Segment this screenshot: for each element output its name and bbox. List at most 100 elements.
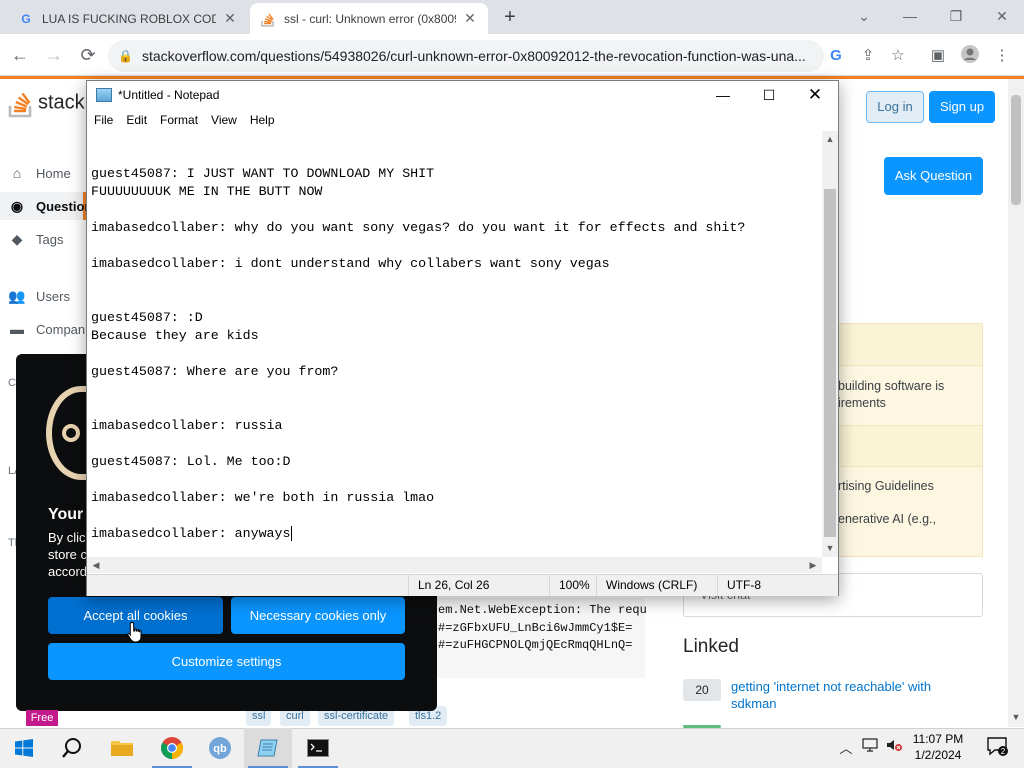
login-button[interactable]: Log in <box>866 91 924 123</box>
folder-icon <box>111 741 133 756</box>
qbittorrent-icon: qb <box>209 737 231 759</box>
svg-text:qb: qb <box>213 743 227 755</box>
linked-question-link[interactable]: sdkman <box>731 695 777 712</box>
notepad-text-line: guest45087: :D <box>91 310 203 325</box>
notepad-text-line: imabasedcollaber: why do you want sony v… <box>91 220 746 235</box>
notepad-text-line: guest45087: I JUST WANT TO DOWNLOAD MY S… <box>91 166 435 181</box>
show-hidden-icons-icon[interactable]: ︿ <box>836 738 856 757</box>
notepad-close-button[interactable]: ✕ <box>792 81 838 109</box>
notepad-menubar: File Edit Format View Help <box>87 109 838 131</box>
ask-question-button[interactable]: Ask Question <box>884 157 983 195</box>
page-scroll-thumb[interactable] <box>1011 95 1021 205</box>
status-line-endings: Windows (CRLF) <box>596 575 717 596</box>
widget-link-text[interactable]: rtising Guidelines <box>838 478 934 495</box>
search-button[interactable] <box>48 728 96 768</box>
file-explorer-button[interactable] <box>98 728 146 768</box>
chrome-icon <box>161 737 183 759</box>
code-line: #=zGFbxUFU_LnBci6wJmmCy1$E= <box>438 621 633 635</box>
status-position: Ln 26, Col 26 <box>408 575 549 596</box>
linked-heading: Linked <box>683 636 739 657</box>
widget-link-text[interactable]: enerative AI (e.g., <box>838 511 936 528</box>
notepad-minimize-button[interactable]: — <box>700 81 746 109</box>
chrome-button[interactable] <box>148 728 196 768</box>
notepad-text-line: imabasedcollaber: anyways <box>91 525 292 541</box>
scroll-down-arrow-icon[interactable]: ▼ <box>822 543 838 553</box>
network-icon[interactable] <box>860 738 880 755</box>
linked-question-link[interactable]: getting 'internet not reachable' with <box>731 678 931 695</box>
menu-help[interactable]: Help <box>250 113 275 127</box>
notification-center-button[interactable]: 2 <box>985 736 1009 760</box>
clock-time: 11:07 PM <box>912 732 964 746</box>
notepad-text-line <box>91 273 745 291</box>
customize-settings-button[interactable]: Customize settings <box>48 643 405 680</box>
lock-icon: 🔒 <box>118 49 133 63</box>
notepad-vertical-scrollbar[interactable]: ▲ ▼ <box>822 131 838 557</box>
tag-icon: ◆ <box>11 231 23 247</box>
widget-link-text[interactable]: irements <box>838 395 886 412</box>
tab-close-icon[interactable]: ✕ <box>462 10 478 27</box>
scroll-up-arrow-icon[interactable]: ▲ <box>822 134 838 144</box>
scroll-right-arrow-icon[interactable]: ▶ <box>805 557 821 573</box>
menu-edit[interactable]: Edit <box>126 113 147 127</box>
notepad-text-line: FUUUUUUUUK ME IN THE BUTT NOW <box>91 184 323 199</box>
terminal-button[interactable] <box>294 728 342 768</box>
tab-close-icon[interactable]: ✕ <box>222 10 238 27</box>
status-encoding: UTF-8 <box>717 575 838 596</box>
menu-view[interactable]: View <box>211 113 237 127</box>
scroll-left-arrow-icon[interactable]: ◀ <box>88 557 104 573</box>
tab-title: ssl - curl: Unknown error (0x8009 <box>284 11 456 26</box>
so-logo-icon <box>8 88 34 118</box>
notepad-text-line <box>91 381 745 399</box>
tab-stackoverflow[interactable]: ssl - curl: Unknown error (0x8009 ✕ <box>250 3 488 34</box>
profile-avatar-icon[interactable] <box>958 44 982 68</box>
notification-icon: 2 <box>987 737 1008 756</box>
close-window-button[interactable]: ✕ <box>990 5 1014 27</box>
address-bar[interactable]: 🔒 stackoverflow.com/questions/54938026/c… <box>108 40 824 72</box>
restore-button[interactable]: ❐ <box>944 5 968 27</box>
menu-file[interactable]: File <box>94 113 113 127</box>
notepad-taskbar-button[interactable] <box>244 728 292 768</box>
notepad-text-line <box>91 345 745 363</box>
notepad-scroll-thumb[interactable] <box>824 189 836 537</box>
notepad-text-area[interactable]: guest45087: I JUST WANT TO DOWNLOAD MY S… <box>87 131 823 557</box>
scroll-down-arrow-icon[interactable]: ▼ <box>1008 712 1024 722</box>
signup-button[interactable]: Sign up <box>929 91 995 123</box>
start-button[interactable] <box>0 728 48 768</box>
qbittorrent-button[interactable]: qb <box>196 728 244 768</box>
nav-users[interactable]: 👥 Users <box>8 288 70 305</box>
tab-lua[interactable]: G LUA IS FUCKING ROBLOX CODER ✕ <box>8 3 248 34</box>
so-top-bar <box>0 76 1024 79</box>
page-scrollbar[interactable] <box>1008 79 1024 727</box>
nav-tags[interactable]: ◆ Tags <box>8 231 64 248</box>
notepad-text-line <box>91 237 745 255</box>
menu-format[interactable]: Format <box>160 113 198 127</box>
reload-button[interactable]: ⟳ <box>76 43 100 67</box>
stackoverflow-icon <box>260 11 276 27</box>
home-icon: ⌂ <box>12 165 22 181</box>
windows-icon <box>15 739 33 757</box>
widget-link-text[interactable]: building software is <box>838 378 944 395</box>
forward-button[interactable]: → <box>42 43 66 67</box>
cookie-body-text: store c <box>48 547 88 562</box>
notepad-horizontal-scrollbar[interactable]: ◀ ▶ <box>87 557 822 573</box>
tab-title: LUA IS FUCKING ROBLOX CODER <box>42 11 216 26</box>
collectives-heading: C <box>8 377 16 389</box>
cookie-body-text: accord <box>48 564 88 579</box>
back-button[interactable]: ← <box>8 43 32 67</box>
taskbar-clock[interactable]: 11:07 PM 1/2/2024 <box>900 731 976 763</box>
notepad-maximize-button[interactable]: ☐ <box>746 81 792 109</box>
tab-search-icon[interactable]: ⌄ <box>852 5 876 27</box>
clock-date: 1/2/2024 <box>914 748 962 762</box>
side-panel-icon[interactable]: ▣ <box>926 44 950 68</box>
minimize-button[interactable]: — <box>898 5 922 27</box>
nav-home[interactable]: ⌂ Home <box>8 165 71 181</box>
terminal-icon <box>307 739 329 757</box>
google-lens-icon[interactable]: G <box>824 44 848 68</box>
necessary-cookies-button[interactable]: Necessary cookies only <box>231 597 405 634</box>
share-icon[interactable]: ⇪ <box>856 44 880 68</box>
bookmark-star-icon[interactable]: ☆ <box>886 44 910 68</box>
new-tab-button[interactable]: + <box>498 6 522 30</box>
notepad-text-line: guest45087: Lol. Me too:D <box>91 454 291 469</box>
notepad-lines: guest45087: I JUST WANT TO DOWNLOAD MY S… <box>91 165 745 543</box>
menu-kebab-icon[interactable]: ⋮ <box>990 44 1014 68</box>
